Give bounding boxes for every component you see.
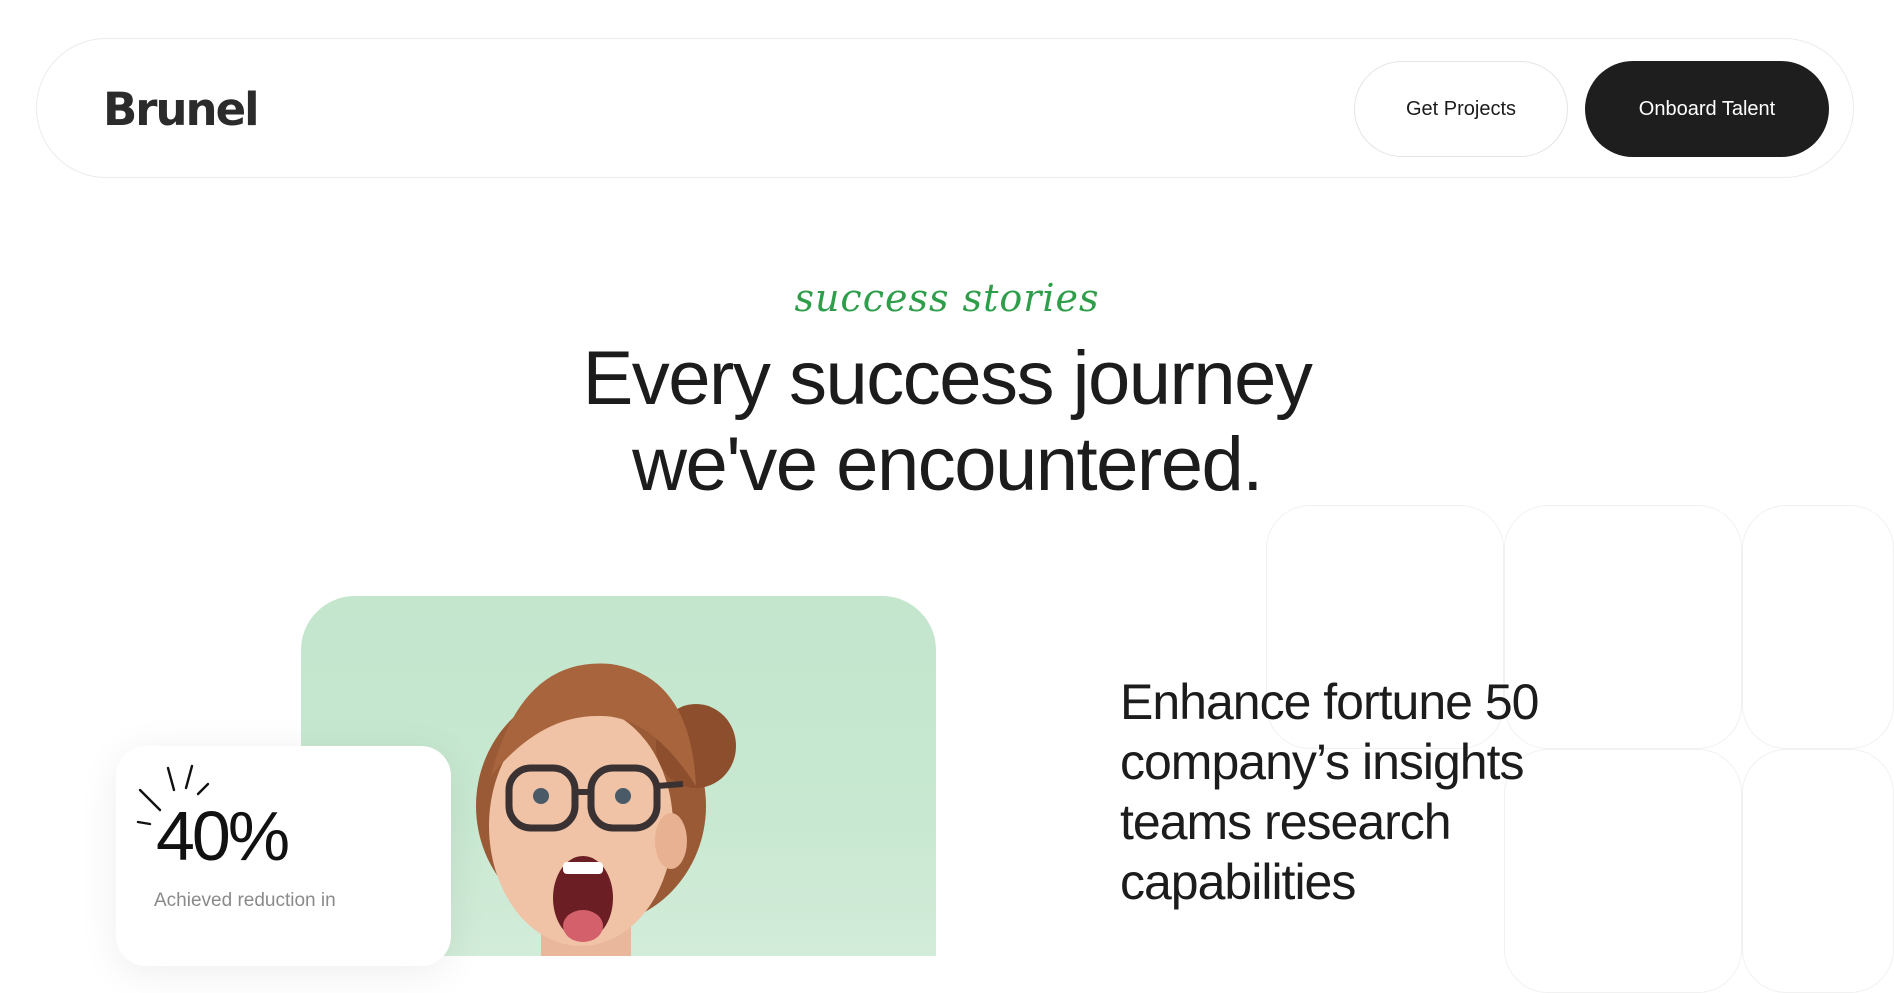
- stat-description: Achieved reduction in: [154, 890, 336, 911]
- decorative-grid-tile: [1742, 749, 1894, 993]
- get-projects-button[interactable]: Get Projects: [1354, 61, 1568, 157]
- headline-line-2: we've encountered.: [632, 422, 1263, 507]
- stat-card: 40% Achieved reduction in: [116, 746, 451, 966]
- onboard-talent-button[interactable]: Onboard Talent: [1585, 61, 1829, 157]
- site-header: Brunel Get Projects Onboard Talent: [36, 38, 1854, 178]
- page-headline: Every success journey we've encountered.: [0, 336, 1894, 508]
- story-title: Enhance fortune 50 company’s insights te…: [1120, 674, 1539, 910]
- brunel-logo[interactable]: Brunel: [103, 83, 260, 136]
- decorative-grid-tile: [1742, 505, 1894, 749]
- stat-value: 40%: [156, 797, 290, 875]
- headline-line-1: Every success journey: [582, 336, 1313, 421]
- section-kicker: success stories: [794, 276, 1100, 320]
